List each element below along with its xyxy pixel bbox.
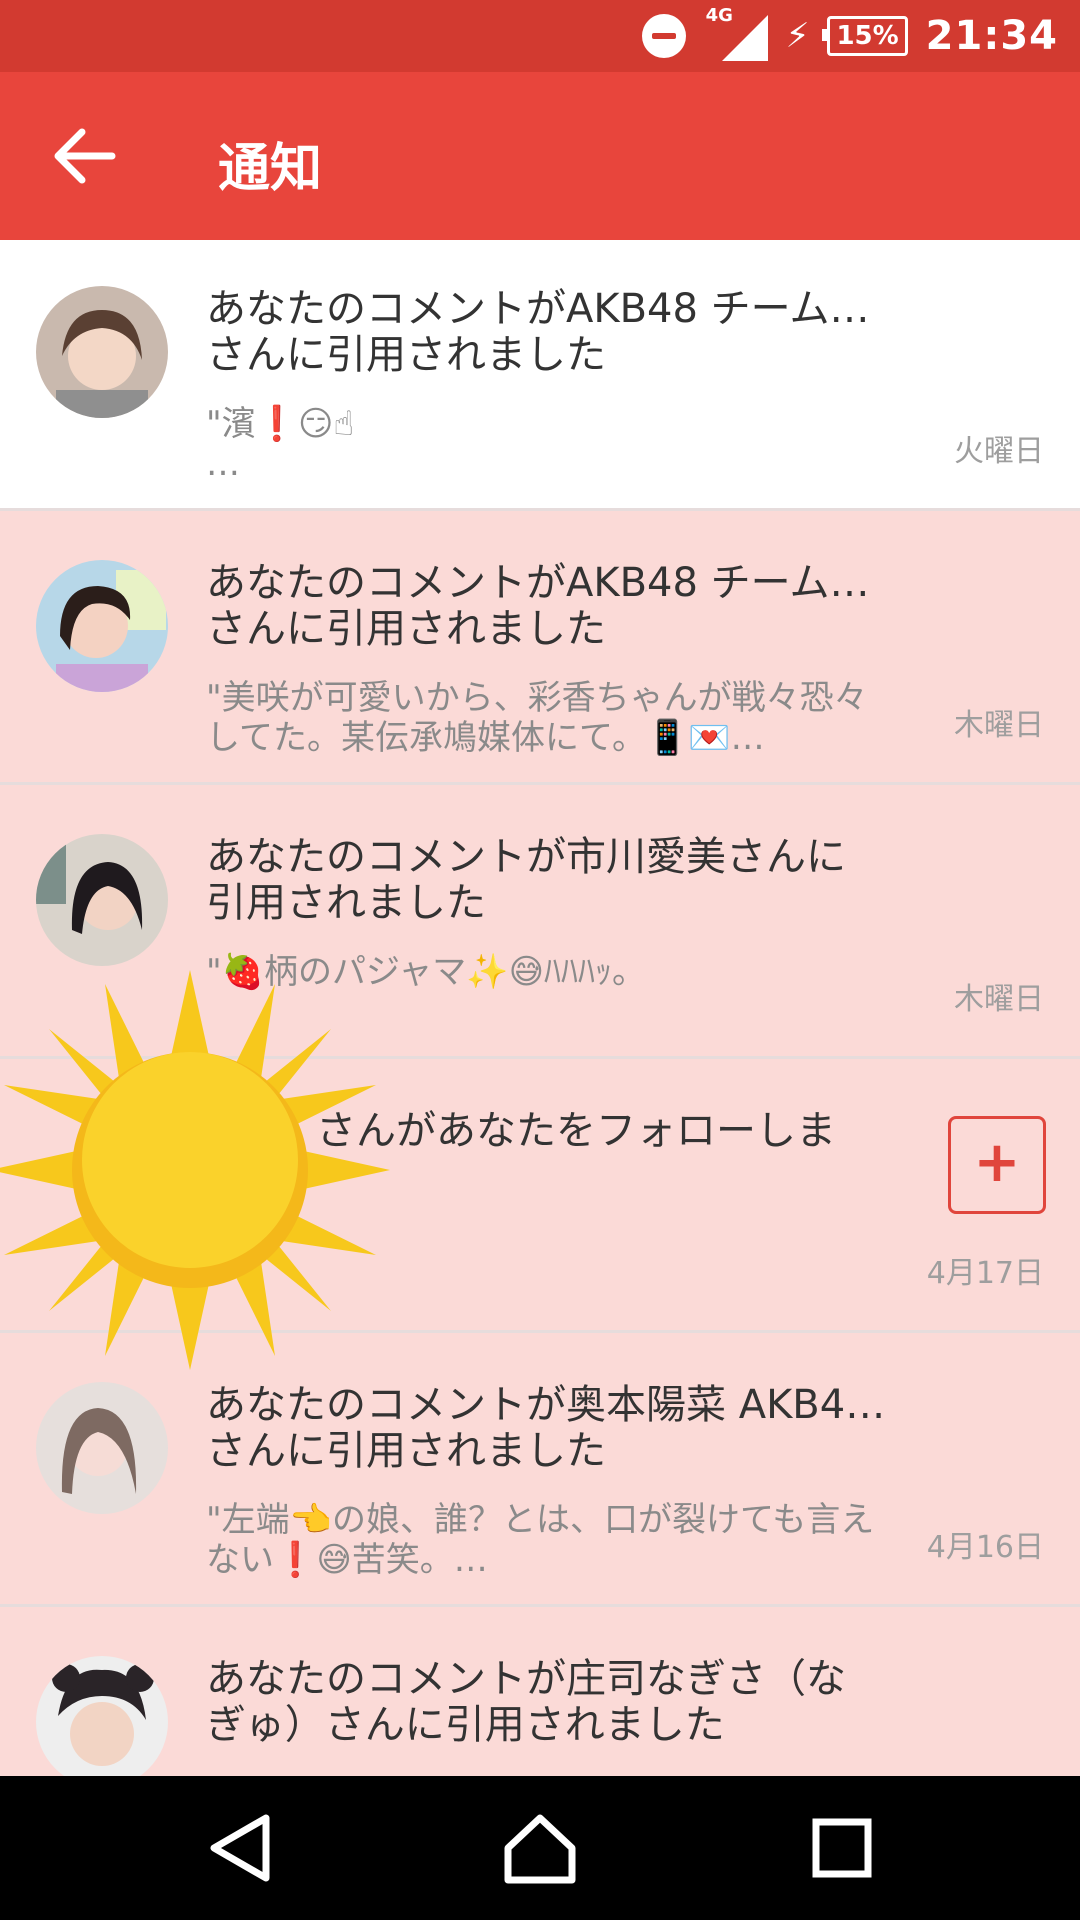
avatar[interactable] [36, 560, 168, 692]
avatar[interactable] [36, 1382, 168, 1514]
avatar[interactable] [36, 1656, 168, 1776]
notification-preview: "左端👈の娘、誰？とは、口が裂けても言え ない❗😅苦笑。… [206, 1500, 875, 1580]
page-title: 通知 [218, 139, 323, 199]
notification-title: さんがあなたをフォローしま [316, 1108, 836, 1154]
notification-date: 木曜日 [954, 708, 1044, 743]
notification-date: 木曜日 [954, 982, 1044, 1017]
notification-date: 4月17日 [926, 1256, 1044, 1291]
avatar[interactable] [36, 286, 168, 418]
notification-preview: "美咲が可愛いから、彩香ちゃんが戦々恐々 してた。某伝承鳩媒体にて。📱💌… [206, 678, 868, 758]
battery-icon: 15% [822, 16, 908, 56]
notification-date: 4月16日 [926, 1530, 1044, 1565]
recents-icon[interactable] [800, 1806, 884, 1890]
clock: 21:34 [925, 13, 1058, 59]
notification-item[interactable]: あなたのコメントが奥本陽菜 AKB4… さんに引用されました "左端👈の娘、誰？… [0, 1336, 1080, 1607]
status-bar: 4G ⚡ 15% 21:34 [0, 0, 1080, 72]
notification-title: あなたのコメントがAKB48 チーム… さんに引用されました [206, 560, 870, 652]
notification-list[interactable]: あなたのコメントがAKB48 チーム… さんに引用されました "濱❗😏☝ … 火… [0, 240, 1080, 1776]
notification-item[interactable]: あなたのコメントが庄司なぎさ（な ぎゅ）さんに引用されました [0, 1610, 1080, 1776]
app-bar: 通知 [0, 72, 1080, 240]
do-not-disturb-icon [641, 14, 686, 58]
notification-title: あなたのコメントが市川愛美さんに 引用されました [206, 834, 846, 926]
navigation-bar [0, 1776, 1080, 1920]
notification-item[interactable]: さんがあなたをフォローしま + 4月17日 [0, 1062, 1080, 1333]
charging-icon: ⚡ [785, 16, 810, 56]
notification-item[interactable]: あなたのコメントがAKB48 チーム… さんに引用されました "濱❗😏☝ … 火… [0, 240, 1080, 511]
notification-preview: "🍓柄のパジャマ✨😅ﾊﾊﾊｯ。 [206, 952, 647, 992]
notification-item[interactable]: あなたのコメントが市川愛美さんに 引用されました "🍓柄のパジャマ✨😅ﾊﾊﾊｯ。… [0, 788, 1080, 1059]
notification-title: あなたのコメントが奥本陽菜 AKB4… さんに引用されました [206, 1382, 886, 1474]
signal-icon: 4G [704, 5, 768, 61]
arrow-left-icon[interactable] [50, 122, 120, 190]
back-triangle-icon[interactable] [200, 1806, 284, 1890]
notification-date: 火曜日 [954, 434, 1044, 469]
notification-title: あなたのコメントが庄司なぎさ（な ぎゅ）さんに引用されました [206, 1656, 846, 1748]
home-icon[interactable] [498, 1806, 582, 1890]
follow-button[interactable]: + [948, 1116, 1046, 1214]
notification-title: あなたのコメントがAKB48 チーム… さんに引用されました [206, 286, 870, 378]
avatar[interactable] [36, 834, 168, 966]
notification-item[interactable]: あなたのコメントがAKB48 チーム… さんに引用されました "美咲が可愛いから… [0, 514, 1080, 785]
status-icons: 4G ⚡ 15% 21:34 [641, 0, 1058, 72]
notification-preview: "濱❗😏☝ … [206, 404, 355, 484]
